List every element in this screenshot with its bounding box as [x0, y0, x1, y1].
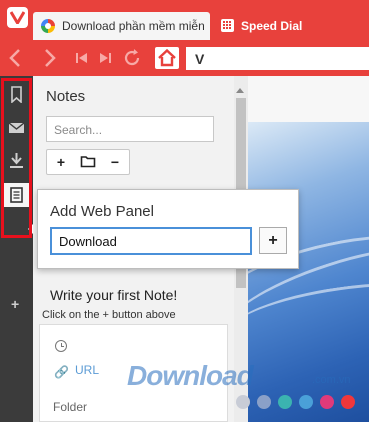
folder-icon [80, 156, 96, 168]
back-button[interactable] [6, 48, 26, 68]
note-url-field[interactable]: URL [75, 363, 99, 377]
web-panel-url-input[interactable]: Download [50, 227, 252, 255]
home-icon [158, 48, 176, 67]
vivaldi-logo-icon [10, 11, 25, 24]
tab-title: Download phần mềm miễn [62, 19, 204, 33]
clock-icon [55, 340, 67, 352]
chevron-left-icon [9, 49, 20, 67]
navigation-bar: V [0, 40, 369, 76]
chevron-right-icon [45, 49, 56, 67]
speed-dial-grid-icon [221, 19, 234, 32]
popup-title: Add Web Panel [50, 203, 154, 220]
new-folder-button[interactable] [79, 154, 97, 170]
fast-forward-icon [100, 53, 111, 63]
add-web-panel-button[interactable]: + [11, 296, 19, 312]
notes-toolbar: + − [46, 149, 130, 175]
tab-download[interactable]: Download phần mềm miễn [33, 12, 210, 40]
tab-title: Speed Dial [241, 19, 303, 33]
tab-bar: Download phần mềm miễn Speed Dial [0, 0, 369, 40]
scroll-up-arrow-icon[interactable] [236, 88, 244, 93]
speed-dial-dot[interactable] [257, 395, 271, 409]
empty-state-title: Write your first Note! [50, 287, 178, 303]
address-prefix: V [195, 51, 205, 67]
speed-dial-dot[interactable] [299, 395, 313, 409]
rewind-icon [76, 53, 87, 63]
speed-dial-dot[interactable] [320, 395, 334, 409]
reload-icon [124, 49, 140, 66]
address-bar[interactable]: V [186, 47, 369, 70]
forward-button[interactable] [39, 48, 59, 68]
add-panel-confirm-button[interactable]: + [259, 227, 287, 254]
home-button[interactable] [155, 47, 179, 69]
reload-button[interactable] [122, 48, 142, 68]
highlight-frame [1, 78, 32, 238]
speed-dial-dot[interactable] [278, 395, 292, 409]
delete-note-button[interactable]: − [106, 154, 124, 170]
google-chrome-icon [41, 19, 55, 33]
fast-forward-button[interactable] [95, 48, 115, 68]
add-note-button[interactable]: + [52, 154, 70, 170]
notes-search-input[interactable]: Search... [46, 116, 214, 142]
empty-state-subtitle: Click on the + button above [42, 309, 176, 321]
note-folder-field[interactable]: Folder [53, 400, 87, 414]
watermark-logo: Download [127, 360, 254, 391]
panel-title: Notes [46, 88, 86, 105]
speed-dial-dot[interactable] [341, 395, 355, 409]
add-web-panel-popup: Add Web Panel Download + [37, 189, 299, 269]
speed-dial-background [248, 122, 369, 422]
rewind-button[interactable] [72, 48, 92, 68]
vivaldi-menu-button[interactable] [7, 7, 28, 28]
speed-dial-dot[interactable] [236, 395, 250, 409]
link-icon: 🔗 [54, 365, 69, 379]
watermark-domain: .com.vn [312, 374, 351, 386]
